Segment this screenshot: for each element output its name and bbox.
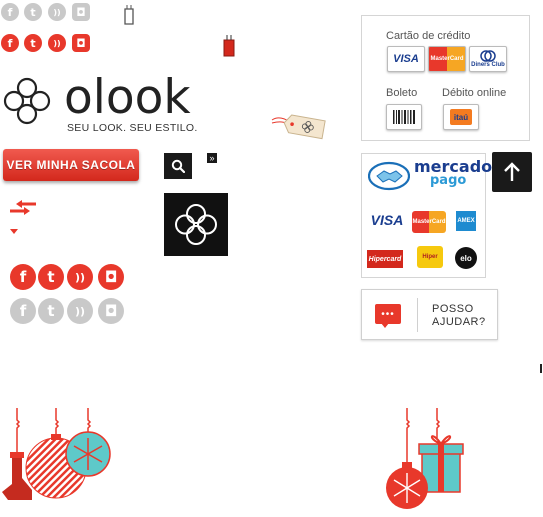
instagram-icon[interactable]: ◘ — [72, 34, 90, 52]
price-tag-icon — [271, 114, 326, 140]
chat-divider — [417, 298, 418, 332]
credit-card-label: Cartão de crédito — [386, 30, 471, 42]
double-chevron-icon[interactable]: » — [207, 153, 217, 163]
payment-methods-panel: Cartão de crédito VISA MasterCard Diners… — [361, 15, 530, 141]
rss-icon[interactable]: )) — [67, 264, 93, 290]
rss-icon[interactable]: )) — [48, 3, 66, 21]
brand-tagline: SEU LOOK. SEU ESTILO. — [67, 122, 198, 134]
facebook-icon[interactable]: f — [1, 3, 19, 21]
chat-bubble-icon: ••• — [375, 304, 401, 324]
mastercard-icon: MasterCard — [428, 46, 466, 72]
elo-card-icon: elo — [455, 247, 477, 269]
hiper-card-icon: Hiper — [417, 246, 443, 268]
swap-arrows-icon[interactable] — [8, 199, 38, 217]
visa-card-icon: VISA — [387, 46, 425, 72]
amex-card-icon: AMEX — [456, 211, 476, 231]
christmas-ornaments-left — [2, 408, 111, 500]
scroll-to-top-button[interactable] — [492, 152, 532, 192]
barcode-icon — [386, 104, 422, 130]
olook-logo-tile — [164, 193, 228, 256]
arrow-up-icon — [504, 162, 520, 181]
rss-icon[interactable]: )) — [67, 298, 93, 324]
chat-help-button[interactable]: ••• POSSO AJUDAR? — [361, 289, 498, 340]
search-button[interactable] — [164, 153, 192, 179]
facebook-icon[interactable]: f — [1, 34, 19, 52]
twitter-icon[interactable]: t — [24, 34, 42, 52]
twitter-icon[interactable]: t — [38, 298, 64, 324]
instagram-icon[interactable]: ◘ — [98, 298, 124, 324]
instagram-icon[interactable]: ◘ — [98, 264, 124, 290]
chat-text-line2: AJUDAR? — [432, 316, 486, 328]
rss-icon[interactable]: )) — [48, 34, 66, 52]
instagram-icon[interactable]: ◘ — [72, 3, 90, 21]
mercadopago-panel: mercado pago VISA MasterCard AMEX Hiperc… — [361, 153, 492, 278]
search-icon — [171, 159, 185, 173]
twitter-icon[interactable]: t — [24, 3, 42, 21]
boleto-label: Boleto — [386, 87, 418, 99]
brand-name: olook — [64, 70, 191, 125]
diners-club-icon: Diners Club — [469, 46, 507, 72]
hipercard-icon: Hipercard — [367, 250, 403, 268]
mercadopago-handshake-icon — [368, 161, 410, 191]
mastercard-icon: MasterCard — [412, 211, 446, 233]
mercadopago-subtitle: pago — [430, 173, 467, 188]
twitter-icon[interactable]: t — [38, 264, 64, 290]
facebook-icon[interactable]: f — [10, 264, 36, 290]
shopping-bag-red-icon[interactable] — [222, 33, 236, 57]
shopping-bag-outline-icon[interactable] — [123, 3, 135, 25]
view-cart-button[interactable]: VER MINHA SACOLA — [3, 149, 139, 181]
christmas-ornaments-right — [386, 408, 464, 509]
caret-down-icon[interactable] — [10, 229, 18, 235]
itau-bank-icon: itaú — [443, 104, 479, 130]
edge-marker — [540, 364, 542, 373]
chat-text-line1: POSSO — [432, 303, 474, 315]
facebook-icon[interactable]: f — [10, 298, 36, 324]
visa-card-icon: VISA — [370, 212, 404, 228]
debit-online-label: Débito online — [442, 87, 507, 99]
olook-logo-mark — [3, 77, 51, 125]
